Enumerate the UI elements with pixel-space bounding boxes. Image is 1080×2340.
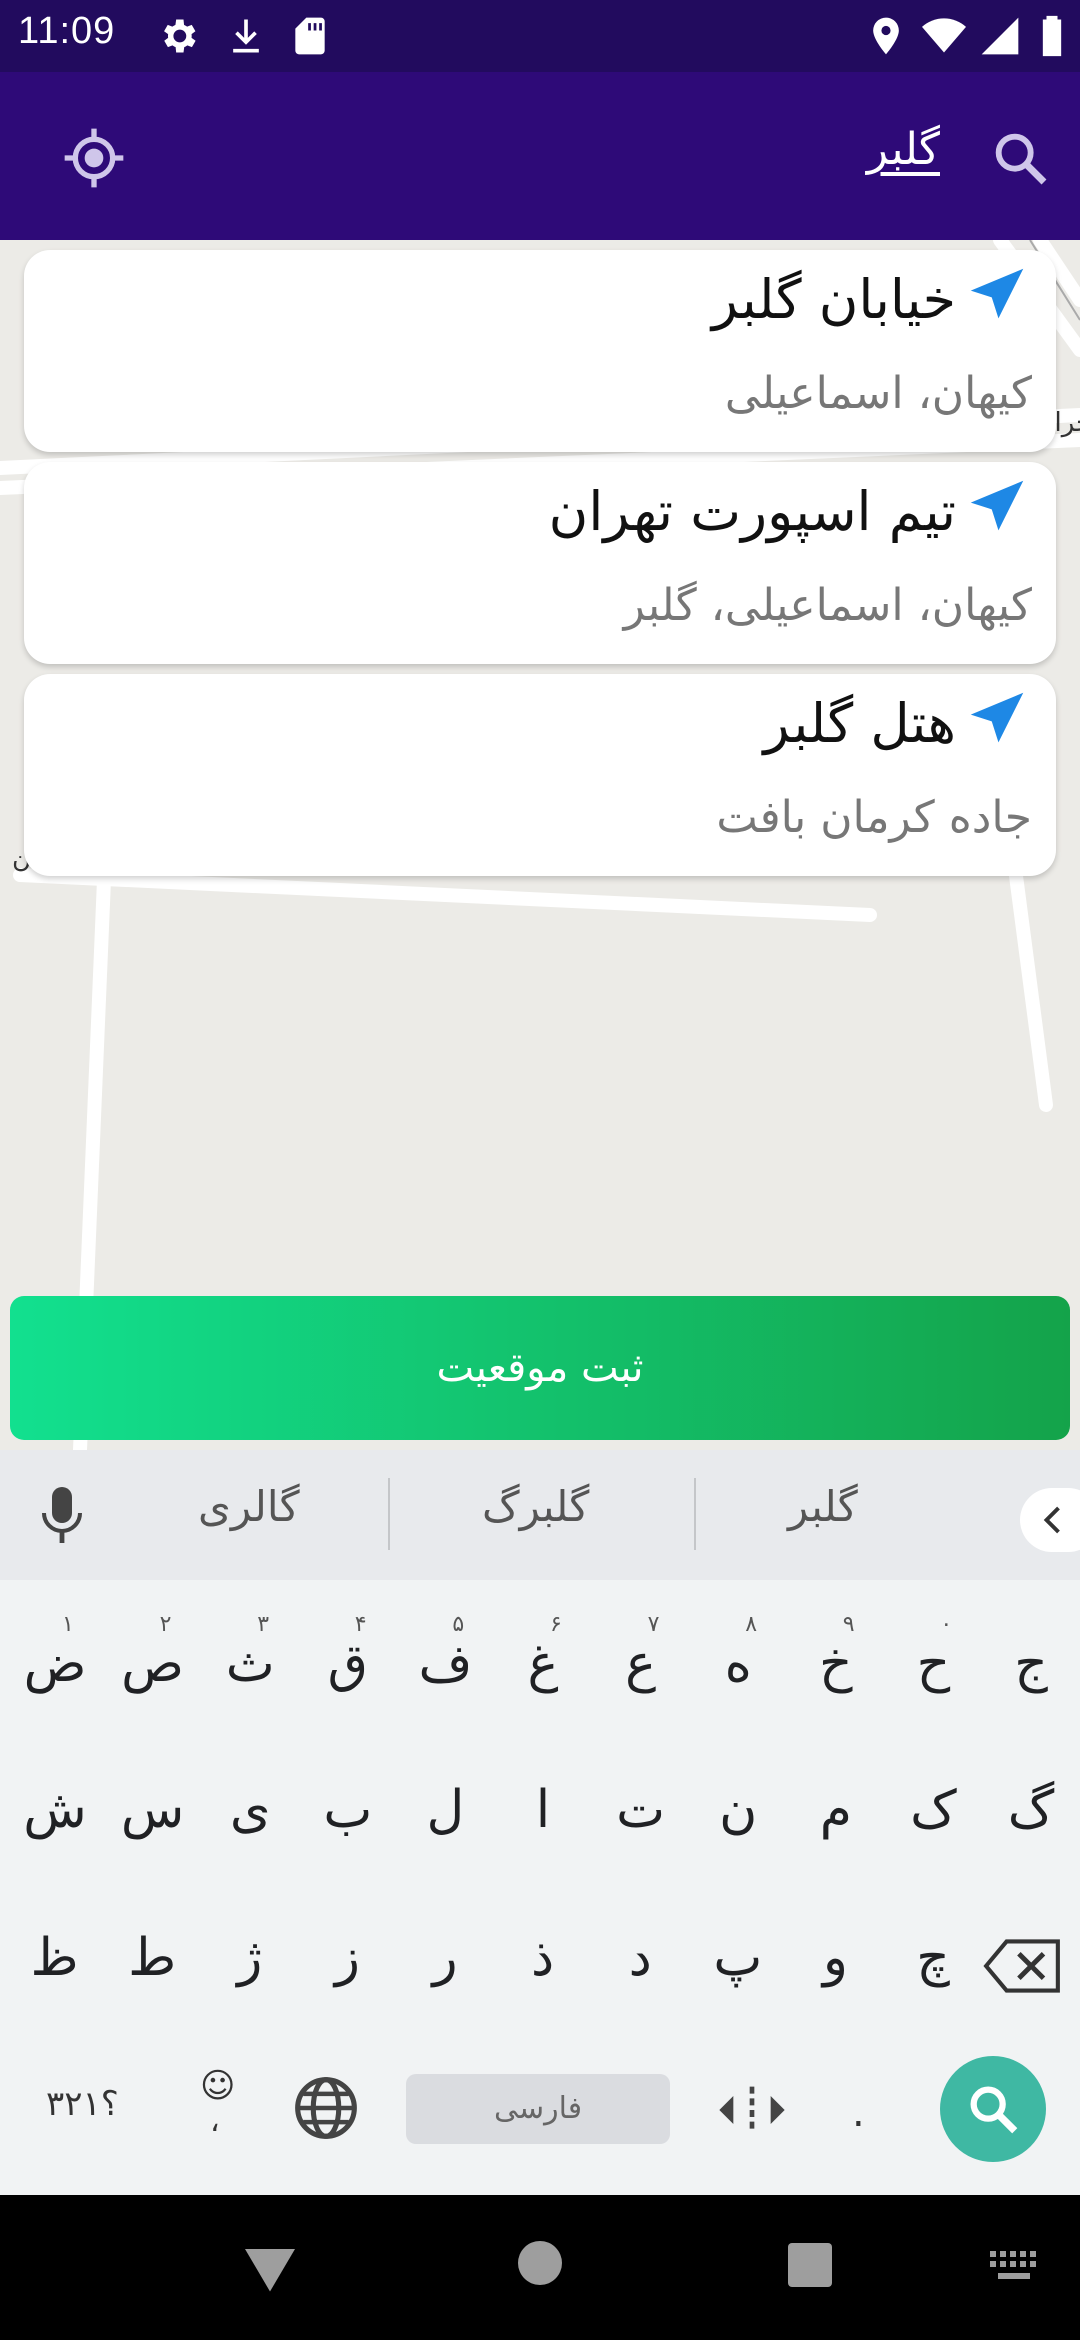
keyboard-switch-icon[interactable] [990,2251,1038,2283]
search-icon[interactable] [988,126,1052,190]
result-subtitle: کیهان، اسماعیلی، گلبر [623,580,1032,631]
sd-card-icon [295,17,325,55]
suggestion-divider [388,1478,390,1550]
key[interactable]: ز [298,1898,396,2018]
recents-icon[interactable] [786,2241,834,2289]
key[interactable]: ق [299,1604,397,1724]
key[interactable]: و [786,1898,884,2018]
home-icon[interactable] [516,2239,564,2287]
result-subtitle: جاده کرمان بافت [716,792,1032,843]
key[interactable]: ص [104,1604,202,1724]
key[interactable]: غ [494,1604,592,1724]
back-icon[interactable] [240,2243,300,2295]
key-hint: ۴ [354,1612,367,1637]
search-query-text[interactable]: گلبر [867,124,940,175]
backspace-key[interactable] [982,1936,1064,1996]
battery-icon [1042,15,1062,57]
key[interactable]: چ [884,1898,982,2018]
key[interactable]: ن [689,1750,787,1870]
my-location-icon[interactable] [62,126,126,190]
result-card[interactable]: هتل گلبر جاده کرمان بافت [24,674,1056,876]
cursor-move-icon[interactable] [716,2082,788,2138]
app-bar: گلبر [0,72,1080,240]
space-key[interactable]: فارسی [406,2074,670,2144]
key[interactable]: ط [103,1898,201,2018]
suggestion-item[interactable]: گالری [198,1482,300,1531]
wifi-icon [922,18,966,53]
status-time: 11:09 [18,10,116,52]
emoji-key[interactable]: ☺ [200,2066,235,2106]
submit-location-button[interactable]: ثبت موقعیت [10,1296,1070,1440]
system-nav-bar [0,2195,1080,2340]
key[interactable]: ف [396,1604,494,1724]
key[interactable]: ج [982,1604,1080,1724]
microphone-icon[interactable] [38,1484,86,1546]
key-hint: ٧ [647,1612,660,1637]
location-pin-icon [873,17,899,55]
key[interactable]: ض [6,1604,104,1724]
key-hint: ٩ [842,1612,855,1637]
key[interactable]: ژ [201,1898,299,2018]
key[interactable]: د [591,1898,689,2018]
key[interactable]: پ [689,1898,787,2018]
key[interactable]: ظ [6,1898,104,2018]
key-hint: ٠ [940,1612,953,1637]
key[interactable]: ب [299,1750,397,1870]
key[interactable]: ر [396,1898,494,2018]
chevron-left-icon [1043,1506,1060,1534]
key[interactable]: ع [592,1604,690,1724]
key[interactable]: ک [884,1750,982,1870]
key[interactable]: ی [201,1750,299,1870]
result-subtitle: کیهان، اسماعیلی [724,368,1032,419]
key[interactable]: ح [884,1604,982,1724]
result-title: تیم اسپورت تهران [548,480,956,543]
suggestion-divider [694,1478,696,1550]
suggestion-item[interactable]: گلبر [788,1482,858,1531]
suggestion-bar: گالری گلبرگ گلبر [0,1450,1080,1580]
status-bar: 11:09 [0,0,1080,72]
collapse-suggestions-button[interactable] [1020,1488,1080,1552]
key-hint: ۶ [550,1612,562,1637]
key[interactable]: ت [592,1750,690,1870]
signal-icon [981,17,1019,55]
globe-icon[interactable] [292,2074,360,2142]
result-card[interactable]: تیم اسپورت تهران کیهان، اسماعیلی، گلبر [24,462,1056,664]
download-icon [233,19,259,53]
key-hint: ۵ [452,1612,465,1637]
key[interactable]: خ [787,1604,885,1724]
key[interactable]: ا [494,1750,592,1870]
suggestion-item[interactable]: گلبرگ [482,1482,589,1531]
key[interactable]: ش [6,1750,104,1870]
comma-key[interactable]: ، [210,2104,220,2139]
key[interactable]: م [787,1750,885,1870]
result-title: خیابان گلبر [711,268,956,331]
numbers-key[interactable]: ؟۳۲۱ [46,2084,119,2124]
key[interactable]: ل [396,1750,494,1870]
key-hint: ٨ [745,1612,758,1637]
navigation-arrow-icon [970,480,1024,531]
key-hint: ۳ [257,1612,270,1637]
search-key[interactable] [940,2056,1046,2162]
key[interactable]: ذ [494,1898,592,2018]
key[interactable]: س [104,1750,202,1870]
search-icon [970,2086,1018,2134]
key[interactable]: ه [689,1604,787,1724]
key-hint: ۱ [62,1612,74,1637]
settings-icon [164,19,196,53]
navigation-arrow-icon [970,692,1024,743]
key-hint: ۲ [159,1612,172,1637]
period-key[interactable]: . [852,2090,865,2136]
key[interactable]: ث [201,1604,299,1724]
result-card[interactable]: خیابان گلبر کیهان، اسماعیلی [24,250,1056,452]
key[interactable]: گ [982,1750,1080,1870]
navigation-arrow-icon [970,268,1024,319]
result-title: هتل گلبر [763,692,956,755]
